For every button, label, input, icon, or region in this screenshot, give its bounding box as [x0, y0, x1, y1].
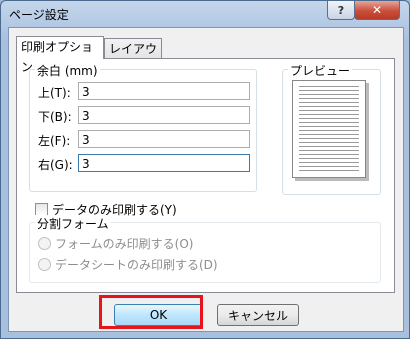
top-margin-label: 上(T):: [38, 86, 71, 100]
close-icon: ✕: [371, 3, 383, 17]
tab-layout[interactable]: レイアウト: [104, 38, 162, 76]
right-margin-label: 右(G):: [38, 158, 73, 172]
page-setup-dialog: ページ設定 ? ✕ 印刷オプション レイアウト 余白 (mm) 上(T): 3 …: [0, 0, 410, 339]
dialog-body: 印刷オプション レイアウト 余白 (mm) 上(T): 3 下(B): 3 左(…: [8, 27, 404, 332]
form-only-radio-row[interactable]: フォームのみ印刷する(O): [38, 235, 193, 252]
form-only-label: フォームのみ印刷する(O): [55, 237, 194, 251]
close-button[interactable]: ✕: [354, 1, 400, 20]
datasheet-only-radio[interactable]: [38, 258, 51, 271]
dialog-title: ページ設定: [9, 8, 69, 22]
preview-page-thumbnail: [292, 80, 366, 178]
preview-group-label: プレビュー: [288, 62, 353, 79]
tab-print-options[interactable]: 印刷オプション: [16, 36, 104, 74]
margins-group-label: 余白 (mm): [35, 62, 100, 79]
split-form-group: 分割フォーム フォームのみ印刷する(O) データシートのみ印刷する(D): [29, 215, 381, 283]
cancel-button[interactable]: キャンセル: [217, 304, 299, 326]
title-bar: ページ設定 ? ✕: [1, 1, 409, 27]
datasheet-only-label: データシートのみ印刷する(D): [55, 258, 218, 272]
left-margin-field[interactable]: 3: [78, 130, 250, 148]
form-only-radio[interactable]: [38, 237, 51, 250]
split-form-group-label: 分割フォーム: [35, 215, 111, 232]
datasheet-only-radio-row[interactable]: データシートのみ印刷する(D): [38, 256, 218, 273]
top-margin-field[interactable]: 3: [78, 82, 250, 100]
margins-group: 余白 (mm) 上(T): 3 下(B): 3 左(F): 3 右(G): 3: [29, 62, 257, 192]
left-margin-label: 左(F):: [38, 134, 71, 148]
bottom-margin-field[interactable]: 3: [78, 106, 250, 124]
help-icon: ?: [337, 3, 345, 17]
ok-button-highlight-box: [99, 295, 203, 329]
print-options-panel: 余白 (mm) 上(T): 3 下(B): 3 左(F): 3 右(G): 3 …: [16, 58, 395, 293]
right-margin-field[interactable]: 3: [78, 154, 250, 172]
bottom-margin-label: 下(B):: [38, 110, 72, 124]
preview-group: プレビュー: [282, 62, 381, 195]
help-button[interactable]: ?: [327, 1, 355, 20]
